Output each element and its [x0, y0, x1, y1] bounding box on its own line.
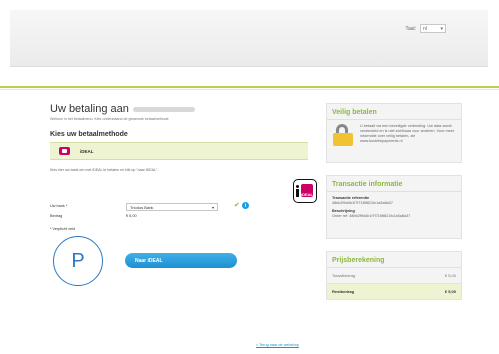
welcome-text: Welkom in het betaalmenu. Kies onderstaa…: [50, 117, 169, 121]
top-bar: Taal: nl ▾: [10, 10, 488, 67]
ideal-icon: [59, 147, 70, 155]
method-heading: Kies uw betaalmethode: [50, 131, 128, 138]
required-note: * Verplicht veld: [50, 227, 76, 231]
language-label: Taal:: [405, 25, 416, 32]
payment-method-label: iDEAL: [80, 148, 94, 154]
info-icon[interactable]: i: [242, 202, 249, 209]
total-value: € 5,00: [444, 273, 456, 278]
bank-select-value: Triodos Bank: [130, 204, 154, 210]
instruction-text: Kies hier uw bank om met iDEAL te betale…: [50, 168, 159, 172]
amount-value: € 5,00: [126, 214, 137, 218]
page-title-text: Uw betaling aan: [50, 103, 129, 115]
merchant-name-blurred: [132, 106, 195, 112]
header-divider-light: [0, 89, 499, 90]
transaction-title: Transactie informatie: [327, 176, 461, 192]
pricing-title: Prijsberekening: [327, 252, 461, 268]
remaining-value: € 5,00: [444, 289, 456, 294]
language-switcher: Taal: nl ▾: [405, 24, 446, 33]
ideal-logo: iDEAL: [293, 179, 317, 203]
chevron-down-icon: ▾: [440, 25, 443, 32]
naar-ideal-button[interactable]: Naar iDEAL: [125, 253, 237, 268]
payment-method-ideal[interactable]: iDEAL: [50, 142, 308, 160]
checkmark-icon: ✔: [234, 202, 240, 209]
secure-text: U betaalt via een beveiligde verbinding.…: [360, 124, 455, 143]
bank-select[interactable]: Triodos Bank ▾: [126, 203, 218, 211]
secure-title: Veilig betalen: [327, 104, 461, 120]
language-value: nl: [423, 25, 427, 32]
bank-label: Uw bank *: [50, 204, 68, 208]
back-to-webshop-link[interactable]: < Terug naar de webshop: [256, 343, 299, 347]
transaction-info-box: Transactie informatie Transactie referen…: [326, 175, 462, 239]
payment-panel: Uw betaling aan Welkom in het betaalmenu…: [50, 103, 317, 268]
chevron-down-icon: ▾: [211, 204, 214, 210]
secure-payment-box: Veilig betalen U betaalt via een beveili…: [326, 103, 462, 163]
remaining-label: Restbedrag: [332, 289, 355, 294]
description-value: Order ref: 48bb2f9d4b1f7f71f8f821fc1a5a8…: [332, 213, 411, 218]
page-title: Uw betaling aan: [50, 103, 308, 115]
overlay-p-badge: P: [53, 236, 103, 286]
total-row: Totaalbedrag € 5,00: [327, 268, 461, 284]
remaining-row: Restbedrag € 5,00: [327, 284, 461, 300]
padlock-icon: [332, 124, 356, 146]
total-label: Totaalbedrag: [332, 273, 356, 278]
header-divider: [0, 86, 499, 88]
price-box: Prijsberekening Totaalbedrag € 5,00 Rest…: [326, 251, 462, 300]
language-select[interactable]: nl ▾: [420, 24, 446, 33]
amount-label: Bedrag: [50, 214, 63, 218]
transaction-ref-value: 48bb2f9d4b1f7f71f8f821fc1a5a8a37: [332, 200, 394, 205]
